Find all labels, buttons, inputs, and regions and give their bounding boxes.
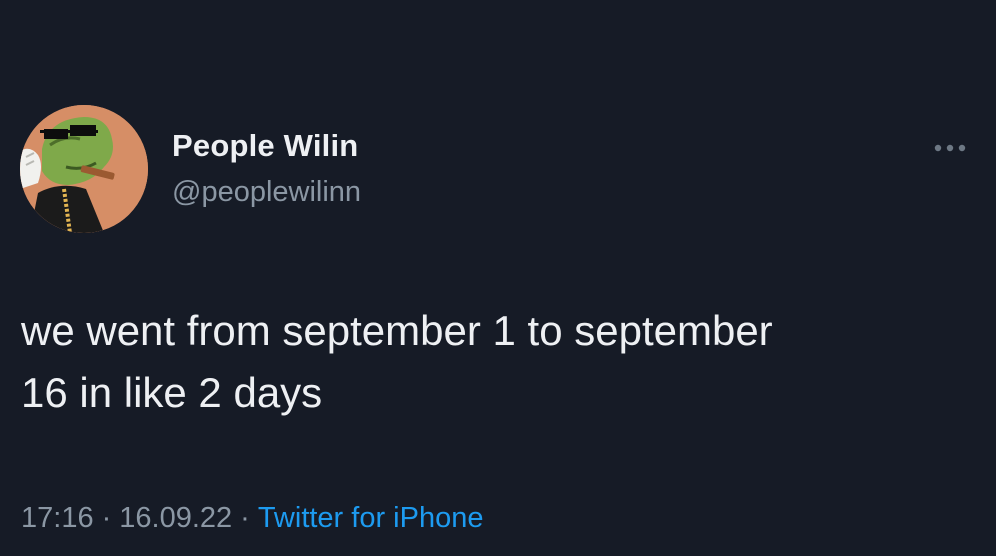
- tweet-text-line: 16 in like 2 days: [21, 369, 323, 416]
- tweet-text: we went from september 1 to september 16…: [21, 300, 991, 424]
- frog-avatar-icon: [20, 105, 148, 233]
- tweet-text-line: we went from september 1 to september: [21, 307, 773, 354]
- tweet-date[interactable]: 16.09.22: [119, 502, 232, 535]
- author-avatar[interactable]: [20, 105, 148, 233]
- meta-separator: ·: [101, 502, 112, 534]
- tweet-card: People Wilin @peoplewilinn we went from …: [0, 0, 996, 556]
- more-horizontal-icon: [934, 144, 966, 152]
- author-display-name[interactable]: People Wilin: [172, 128, 358, 164]
- tweet-source-link[interactable]: Twitter for iPhone: [258, 502, 484, 535]
- meta-separator: ·: [240, 502, 250, 534]
- author-handle[interactable]: @peoplewilinn: [172, 176, 361, 209]
- more-options-button[interactable]: [930, 134, 970, 162]
- tweet-meta: 17:16 · 16.09.22 · Twitter for iPhone: [21, 502, 483, 535]
- tweet-time[interactable]: 17:16: [21, 502, 94, 535]
